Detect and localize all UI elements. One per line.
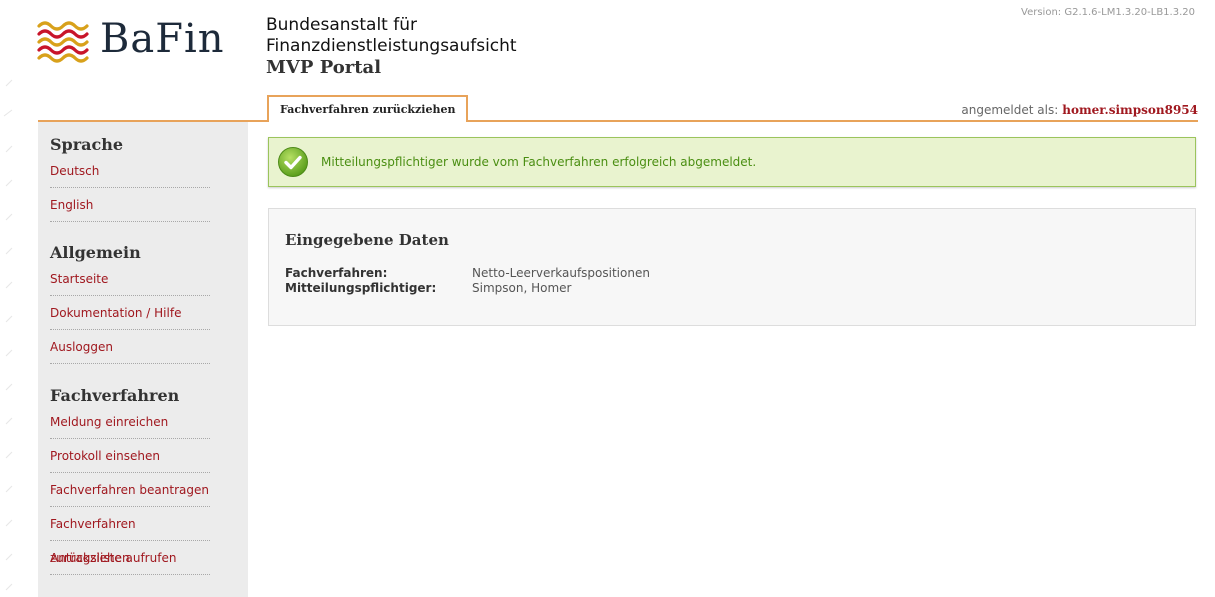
sidebar-item-antragsliste-aufrufen[interactable]: Antragsliste aufrufen	[50, 541, 210, 575]
data-value-fachverfahren: Netto-Leerverkaufspositionen	[472, 266, 650, 280]
org-name-line1: Bundesanstalt für	[266, 15, 417, 35]
login-username: homer.simpson8954	[1062, 103, 1198, 117]
sidebar-item-fachverfahren-beantragen[interactable]: Fachverfahren beantragen	[50, 473, 210, 507]
login-label: angemeldet als:	[961, 103, 1059, 117]
sidebar-item-startseite[interactable]: Startseite	[50, 262, 210, 296]
org-name-line2: Finanzdienstleistungsaufsicht	[266, 36, 517, 56]
success-message: Mitteilungspflichtiger wurde vom Fachver…	[268, 137, 1196, 187]
sidebar-item-deutsch[interactable]: Deutsch	[50, 154, 210, 188]
sidebar-item-protokoll-einsehen[interactable]: Protokoll einsehen	[50, 439, 210, 473]
entered-data-panel: Eingegebene Daten Fachverfahren: Netto-Le…	[268, 208, 1196, 326]
login-status: angemeldet als: homer.simpson8954	[961, 103, 1198, 117]
data-label-mitteilungspflichtiger: Mitteilungspflichtiger:	[285, 281, 437, 295]
sidebar-section-fachverfahren: Fachverfahren Meldung einreichen Protoko…	[38, 364, 248, 575]
sidebar-heading-fachverfahren: Fachverfahren	[50, 386, 180, 405]
sidebar-item-dokumentation-hilfe[interactable]: Dokumentation / Hilfe	[50, 296, 210, 330]
sidebar-section-sprache: Sprache Deutsch English	[38, 122, 248, 222]
check-circle-icon	[278, 147, 308, 177]
panel-title: Eingegebene Daten	[285, 231, 449, 249]
tab-fachverfahren-zurueckziehen[interactable]: Fachverfahren zurückziehen	[267, 95, 469, 122]
sidebar-item-ausloggen[interactable]: Ausloggen	[50, 330, 210, 364]
data-row-fachverfahren: Fachverfahren: Netto-Leerverkaufsposition…	[285, 266, 650, 280]
version-info: Version: G2.1.6-LM1.3.20-LB1.3.20	[1021, 7, 1195, 18]
sidebar-item-fachverfahren-zurueckziehen[interactable]: Fachverfahren zurückziehen	[50, 507, 210, 565]
sidebar: Sprache Deutsch English Allgemein Starts…	[38, 122, 248, 597]
bafin-logo[interactable]: BaFin	[36, 14, 225, 64]
data-label-fachverfahren: Fachverfahren:	[285, 266, 388, 280]
sidebar-section-allgemein: Allgemein Startseite Dokumentation / Hil…	[38, 222, 248, 364]
organization-title: Bundesanstalt für Finanzdienstleistungsa…	[266, 15, 517, 78]
bafin-logo-icon	[37, 21, 89, 63]
background-pattern	[3, 79, 13, 591]
data-value-mitteilungspflichtiger: Simpson, Homer	[472, 281, 572, 295]
success-message-text: Mitteilungspflichtiger wurde vom Fachver…	[321, 155, 757, 169]
data-row-mitteilungspflichtiger: Mitteilungspflichtiger: Simpson, Homer	[285, 281, 571, 295]
tab-bar: Fachverfahren zurückziehen angemeldet al…	[38, 95, 1198, 122]
portal-title: MVP Portal	[266, 57, 382, 78]
sidebar-item-meldung-einreichen[interactable]: Meldung einreichen	[50, 405, 210, 439]
sidebar-heading-allgemein: Allgemein	[50, 243, 141, 262]
sidebar-heading-sprache: Sprache	[50, 135, 124, 154]
logo-text: BaFin	[100, 16, 225, 62]
sidebar-item-english[interactable]: English	[50, 188, 210, 222]
